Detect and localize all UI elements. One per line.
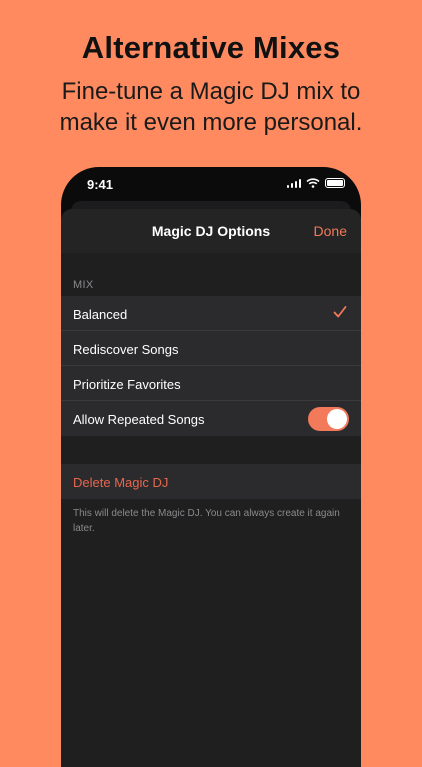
promo-subhead-line-2: make it even more personal. (59, 109, 363, 136)
mix-option-label: Rediscover Songs (73, 342, 179, 357)
section-header-mix: MIX (73, 279, 94, 291)
mix-option-prioritize-favorites[interactable]: Prioritize Favorites (61, 366, 361, 401)
status-icons (286, 177, 345, 189)
mix-option-rediscover-songs[interactable]: Rediscover Songs (61, 331, 361, 366)
delete-magic-dj-label: Delete Magic DJ (73, 475, 169, 490)
cellular-signal-icon (286, 178, 301, 188)
done-button[interactable]: Done (314, 223, 347, 239)
allow-repeated-songs-label: Allow Repeated Songs (73, 412, 205, 427)
status-bar: 9:41 (61, 167, 361, 201)
checkmark-icon (333, 306, 347, 318)
allow-repeated-songs-row: Allow Repeated Songs (61, 401, 361, 436)
mix-option-label: Prioritize Favorites (73, 377, 181, 392)
promo-subhead: Fine-tune a Magic DJ mix to make it even… (0, 76, 422, 138)
delete-footnote: This will delete the Magic DJ. You can a… (73, 508, 340, 534)
mix-option-balanced[interactable]: Balanced (61, 296, 361, 331)
options-sheet: Magic DJ Options Done MIX Balanced Redis… (61, 209, 361, 767)
delete-magic-dj-button[interactable]: Delete Magic DJ (61, 464, 361, 499)
battery-icon (325, 178, 345, 188)
mix-option-label: Balanced (73, 307, 128, 322)
allow-repeated-songs-toggle[interactable] (308, 407, 349, 431)
wifi-icon (306, 178, 320, 188)
promo-subhead-line-1: Fine-tune a Magic DJ mix to (61, 78, 361, 105)
promo-headline: Alternative Mixes (81, 30, 341, 65)
mix-options-list: Balanced Rediscover Songs Prioritize Fav… (61, 296, 361, 436)
sheet-nav-bar: Magic DJ Options Done (61, 209, 361, 253)
phone-frame: 9:41 Magic DJ Options Done MIX Balanced (61, 167, 361, 767)
toggle-knob (327, 409, 347, 429)
status-time: 9:41 (87, 177, 114, 192)
